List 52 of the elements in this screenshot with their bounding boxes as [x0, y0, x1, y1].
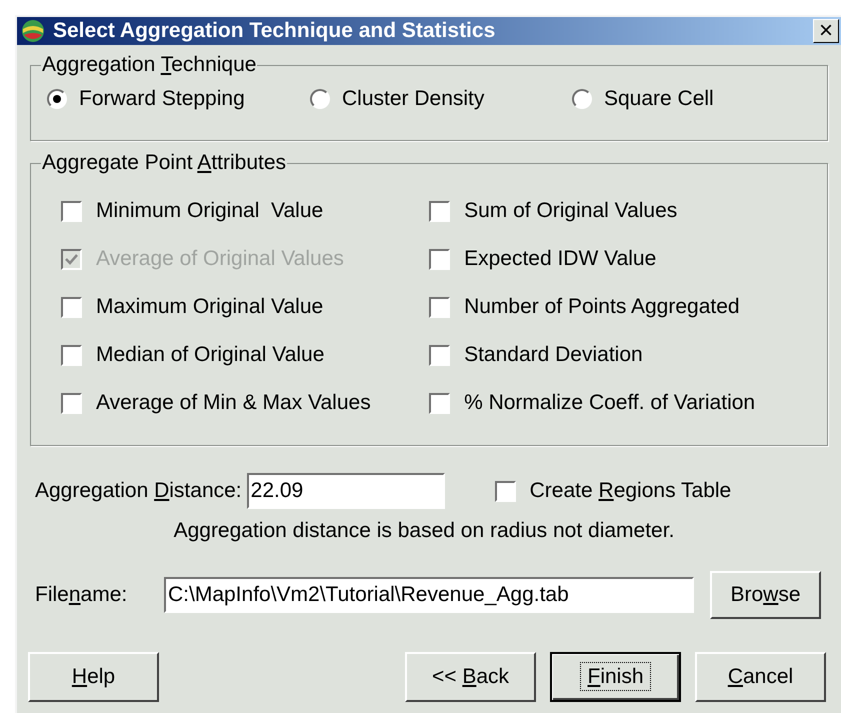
radio-label: Square Cell	[604, 86, 714, 112]
hint-text: Aggregation distance is based on radius not diameter.	[172, 518, 676, 544]
checkbox-label: Average of Min & Max Values	[96, 390, 371, 416]
finish-button[interactable]: Finish	[550, 652, 681, 702]
checkbox-label: Median of Original Value	[96, 342, 324, 368]
radio-label: Cluster Density	[342, 86, 484, 112]
distance-field[interactable]: 22.09	[246, 473, 445, 509]
checkbox-option[interactable]: % Normalize Coeff. of Variation	[429, 390, 827, 416]
help-button[interactable]: Help	[28, 652, 159, 702]
back-button[interactable]: << Back	[405, 652, 536, 702]
checkbox[interactable]	[61, 344, 82, 366]
checkbox[interactable]	[429, 344, 450, 366]
radio-button[interactable]	[47, 89, 67, 109]
checkbox[interactable]	[61, 296, 82, 318]
radio-option[interactable]: Square Cell	[572, 86, 772, 112]
browse-button[interactable]: Browse	[710, 571, 821, 619]
checkbox-option[interactable]: Number of Points Aggregated	[429, 294, 827, 320]
radio-button[interactable]	[310, 89, 330, 109]
radio-option[interactable]: Cluster Density	[310, 86, 572, 112]
checkbox[interactable]	[61, 392, 82, 414]
checkbox-option[interactable]: Minimum Original Value	[61, 198, 430, 224]
checkbox-option[interactable]: Expected IDW Value	[429, 246, 827, 272]
filename-field[interactable]: C:\MapInfo\Vm2\Tutorial\Revenue_Agg.tab	[164, 577, 694, 613]
checkbox-label: Expected IDW Value	[464, 246, 656, 272]
window-title: Select Aggregation Technique and Statistics	[53, 18, 496, 44]
checkbox[interactable]	[429, 248, 450, 270]
checkbox-label: Minimum Original Value	[96, 198, 324, 224]
checkbox[interactable]	[429, 392, 450, 414]
globe-icon	[21, 19, 45, 43]
field-label: Aggregation Distance:	[35, 478, 242, 504]
checkbox[interactable]	[429, 200, 450, 222]
checkbox-label: Sum of Original Values	[464, 198, 678, 224]
field-label: Filename:	[35, 582, 128, 608]
checkbox[interactable]	[494, 480, 516, 502]
checkbox-option[interactable]: Standard Deviation	[429, 342, 827, 368]
radio-option[interactable]: Forward Stepping	[47, 86, 310, 112]
checkbox-label: Average of Original Values	[96, 246, 344, 272]
radio-button[interactable]	[572, 89, 592, 109]
checkbox-option[interactable]: Median of Original Value	[61, 342, 430, 368]
checkbox-option[interactable]: Average of Min & Max Values	[61, 390, 430, 416]
radio-label: Forward Stepping	[79, 86, 245, 112]
checkbox-option[interactable]: Sum of Original Values	[429, 198, 827, 224]
close-button[interactable]: ×	[813, 19, 839, 43]
checkbox[interactable]	[61, 200, 82, 222]
checkbox-label: % Normalize Coeff. of Variation	[464, 390, 756, 416]
checkbox-label: Standard Deviation	[464, 342, 643, 368]
cancel-button[interactable]: Cancel	[695, 652, 826, 702]
check-icon	[65, 252, 78, 266]
checkbox-option[interactable]: Maximum Original Value	[61, 294, 430, 320]
checkbox-label: Maximum Original Value	[96, 294, 324, 320]
checkbox-label: Number of Points Aggregated	[464, 294, 740, 320]
checkbox[interactable]	[429, 296, 450, 318]
